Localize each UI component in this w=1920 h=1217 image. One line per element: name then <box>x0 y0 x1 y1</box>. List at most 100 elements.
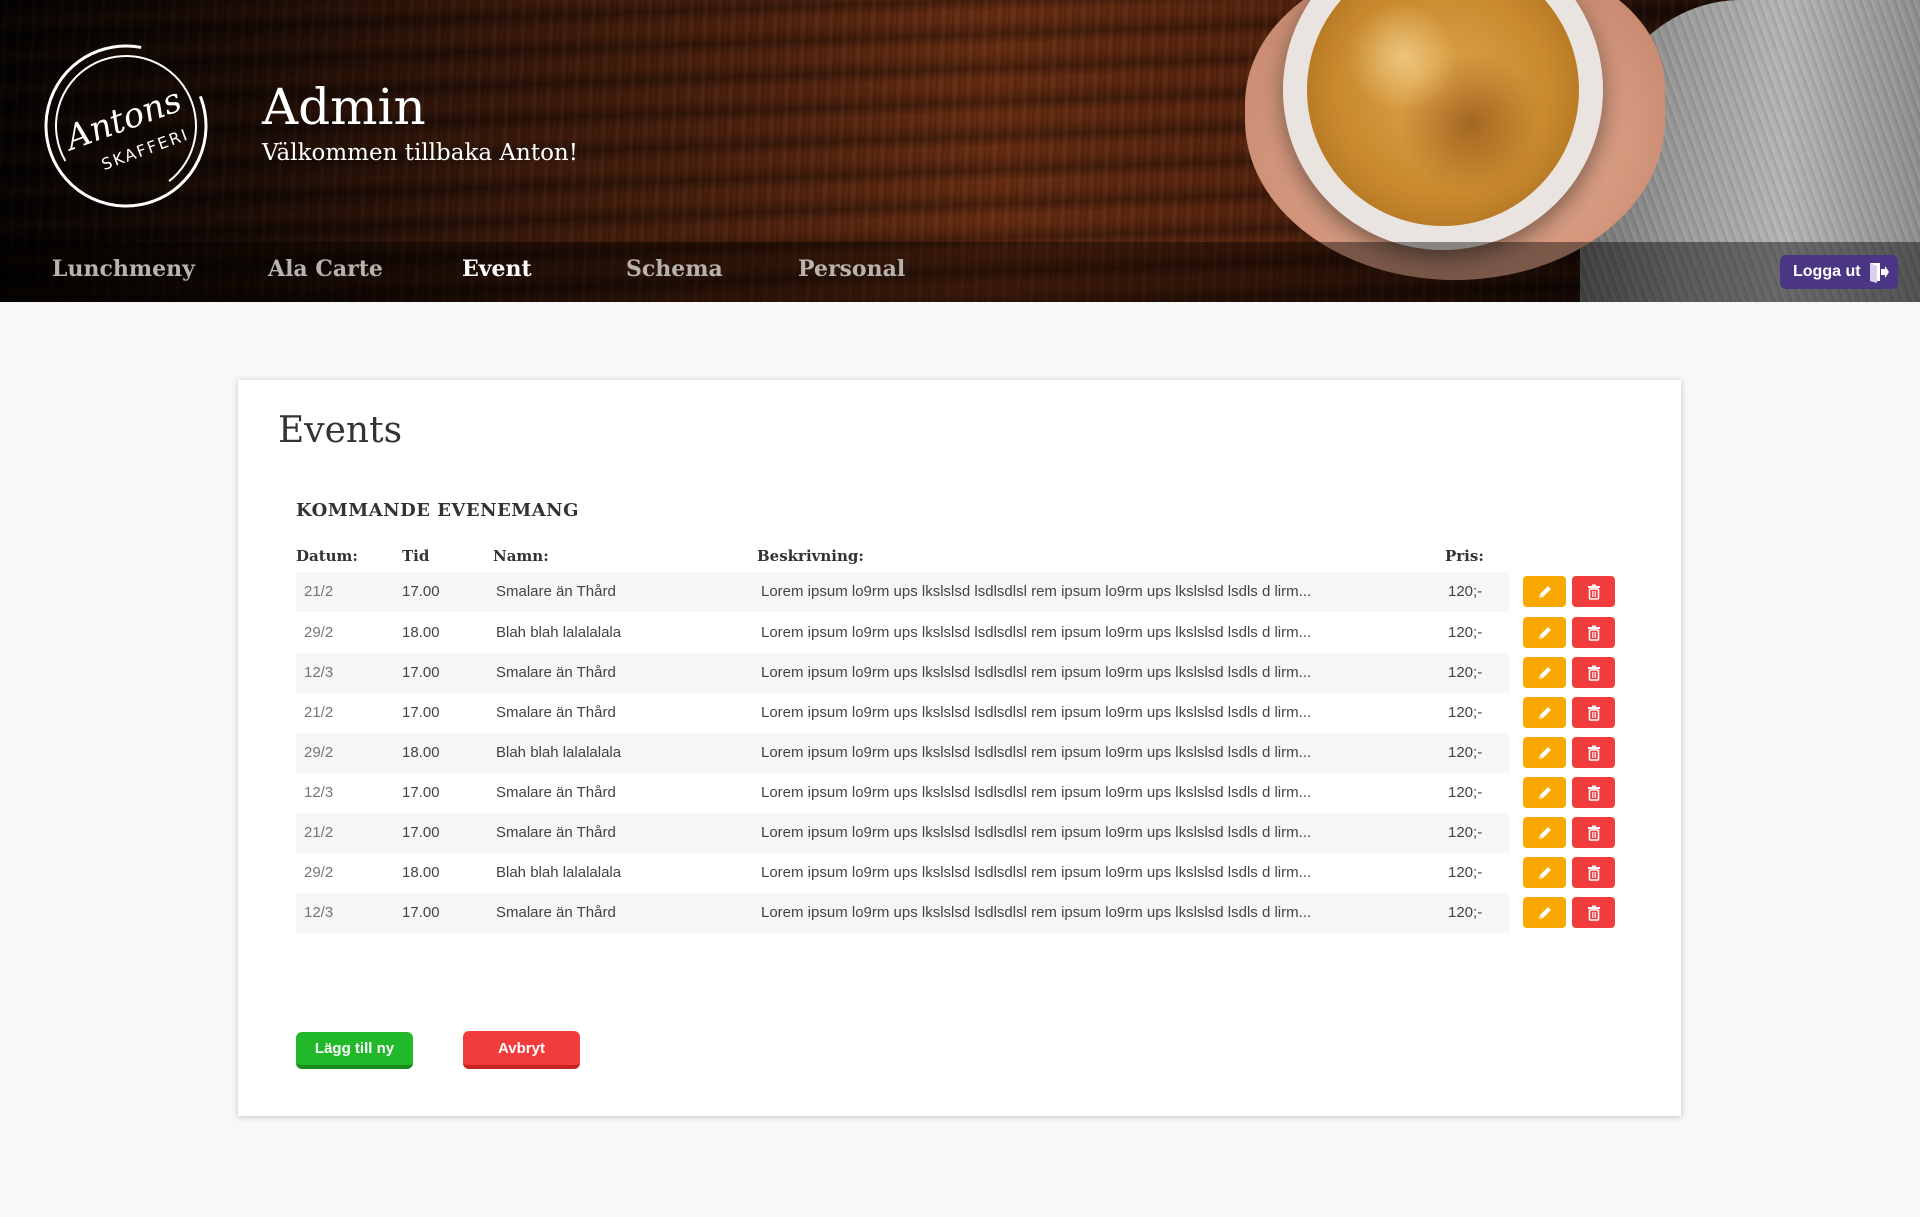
edit-button[interactable] <box>1523 697 1566 728</box>
cell-description: Lorem ipsum lo9rm ups lkslslsd lsdlsdlsl… <box>761 824 1312 841</box>
cell-description: Lorem ipsum lo9rm ups lkslslsd lsdlsdlsl… <box>761 744 1312 761</box>
cell-price: 120;- <box>1448 824 1483 841</box>
cell-date: 29/2 <box>304 624 334 641</box>
coffee-image <box>1307 0 1579 226</box>
table-row: 21/2 17.00 Smalare än Thård Lorem ipsum … <box>296 572 1629 612</box>
trash-icon <box>1587 865 1600 881</box>
cell-time: 18.00 <box>402 864 440 881</box>
cell-name: Smalare än Thård <box>496 664 616 681</box>
delete-button[interactable] <box>1572 617 1615 648</box>
cell-date: 12/3 <box>304 784 334 801</box>
table-row: 29/2 18.00 Blah blah lalalalala Lorem ip… <box>296 853 1629 893</box>
delete-button[interactable] <box>1572 897 1615 928</box>
pencil-icon <box>1538 866 1551 879</box>
cell-description: Lorem ipsum lo9rm ups lkslslsd lsdlsdlsl… <box>761 624 1312 641</box>
cell-price: 120;- <box>1448 864 1483 881</box>
table-row: 21/2 17.00 Smalare än Thård Lorem ipsum … <box>296 813 1629 853</box>
delete-button[interactable] <box>1572 737 1615 768</box>
cell-name: Smalare än Thård <box>496 704 616 721</box>
section-title: KOMMANDE EVENEMANG <box>296 500 579 521</box>
edit-button[interactable] <box>1523 777 1566 808</box>
cell-date: 12/3 <box>304 664 334 681</box>
cell-name: Blah blah lalalalala <box>496 744 622 761</box>
add-new-button[interactable]: Lägg till ny <box>296 1032 413 1069</box>
edit-button[interactable] <box>1523 817 1566 848</box>
cell-time: 17.00 <box>402 583 440 600</box>
nav-item-personal[interactable]: Personal <box>798 256 905 282</box>
cell-date: 29/2 <box>304 744 334 761</box>
pencil-icon <box>1538 626 1551 639</box>
cell-date: 21/2 <box>304 583 334 600</box>
pencil-icon <box>1538 666 1551 679</box>
table-header: Datum: Tid Namn: Beskrivning: Pris: <box>296 547 1496 567</box>
column-header-name: Namn: <box>493 547 549 565</box>
logout-label: Logga ut <box>1793 263 1861 280</box>
cell-price: 120;- <box>1448 784 1483 801</box>
trash-icon <box>1587 745 1600 761</box>
pencil-icon <box>1538 585 1551 598</box>
cell-name: Smalare än Thård <box>496 583 616 600</box>
antons-skafferi-logo[interactable]: Antons SKAFFERI <box>40 40 212 212</box>
nav-item-schema[interactable]: Schema <box>626 256 723 282</box>
cell-name: Smalare än Thård <box>496 904 616 921</box>
pencil-icon <box>1538 746 1551 759</box>
nav-item-lunchmeny[interactable]: Lunchmeny <box>52 256 195 282</box>
page-header-title: Admin <box>262 78 426 136</box>
edit-button[interactable] <box>1523 576 1566 607</box>
nav-item-event[interactable]: Event <box>462 256 532 282</box>
delete-button[interactable] <box>1572 857 1615 888</box>
cell-time: 17.00 <box>402 904 440 921</box>
edit-button[interactable] <box>1523 857 1566 888</box>
edit-button[interactable] <box>1523 897 1566 928</box>
table-row: 12/3 17.00 Smalare än Thård Lorem ipsum … <box>296 773 1629 813</box>
cell-price: 120;- <box>1448 704 1483 721</box>
cell-description: Lorem ipsum lo9rm ups lkslslsd lsdlsdlsl… <box>761 704 1312 721</box>
cell-name: Smalare än Thård <box>496 784 616 801</box>
trash-icon <box>1587 785 1600 801</box>
cell-name: Blah blah lalalalala <box>496 864 622 881</box>
edit-button[interactable] <box>1523 657 1566 688</box>
welcome-subtitle: Välkommen tillbaka Anton! <box>262 140 578 166</box>
column-header-description: Beskrivning: <box>757 547 864 565</box>
column-header-price: Pris: <box>1445 547 1484 565</box>
cell-time: 18.00 <box>402 744 440 761</box>
cell-time: 17.00 <box>402 824 440 841</box>
table-row: 12/3 17.00 Smalare än Thård Lorem ipsum … <box>296 893 1629 933</box>
cell-name: Smalare än Thård <box>496 824 616 841</box>
logout-button[interactable]: Logga ut <box>1780 255 1898 289</box>
delete-button[interactable] <box>1572 777 1615 808</box>
cell-description: Lorem ipsum lo9rm ups lkslslsd lsdlsdlsl… <box>761 664 1312 681</box>
edit-button[interactable] <box>1523 737 1566 768</box>
column-header-date: Datum: <box>296 547 358 565</box>
logout-icon <box>1870 263 1889 283</box>
column-header-time: Tid <box>402 547 430 565</box>
cell-date: 12/3 <box>304 904 334 921</box>
main-navigation: Lunchmeny Ala Carte Event Schema Persona… <box>0 242 1920 302</box>
table-row: 29/2 18.00 Blah blah lalalalala Lorem ip… <box>296 733 1629 773</box>
pencil-icon <box>1538 786 1551 799</box>
trash-icon <box>1587 584 1600 600</box>
cell-price: 120;- <box>1448 904 1483 921</box>
delete-button[interactable] <box>1572 817 1615 848</box>
pencil-icon <box>1538 906 1551 919</box>
cancel-button[interactable]: Avbryt <box>463 1031 580 1069</box>
cell-description: Lorem ipsum lo9rm ups lkslslsd lsdlsdlsl… <box>761 583 1312 600</box>
nav-item-ala-carte[interactable]: Ala Carte <box>268 256 383 282</box>
table-row: 29/2 18.00 Blah blah lalalalala Lorem ip… <box>296 613 1629 653</box>
delete-button[interactable] <box>1572 576 1615 607</box>
cell-description: Lorem ipsum lo9rm ups lkslslsd lsdlsdlsl… <box>761 864 1312 881</box>
cell-price: 120;- <box>1448 664 1483 681</box>
events-card: Events KOMMANDE EVENEMANG Datum: Tid Nam… <box>238 380 1681 1116</box>
cell-description: Lorem ipsum lo9rm ups lkslslsd lsdlsdlsl… <box>761 904 1312 921</box>
edit-button[interactable] <box>1523 617 1566 648</box>
cell-price: 120;- <box>1448 583 1483 600</box>
cell-price: 120;- <box>1448 624 1483 641</box>
cell-time: 18.00 <box>402 624 440 641</box>
delete-button[interactable] <box>1572 697 1615 728</box>
cell-time: 17.00 <box>402 664 440 681</box>
delete-button[interactable] <box>1572 657 1615 688</box>
trash-icon <box>1587 705 1600 721</box>
cell-date: 29/2 <box>304 864 334 881</box>
cell-price: 120;- <box>1448 744 1483 761</box>
cell-date: 21/2 <box>304 824 334 841</box>
